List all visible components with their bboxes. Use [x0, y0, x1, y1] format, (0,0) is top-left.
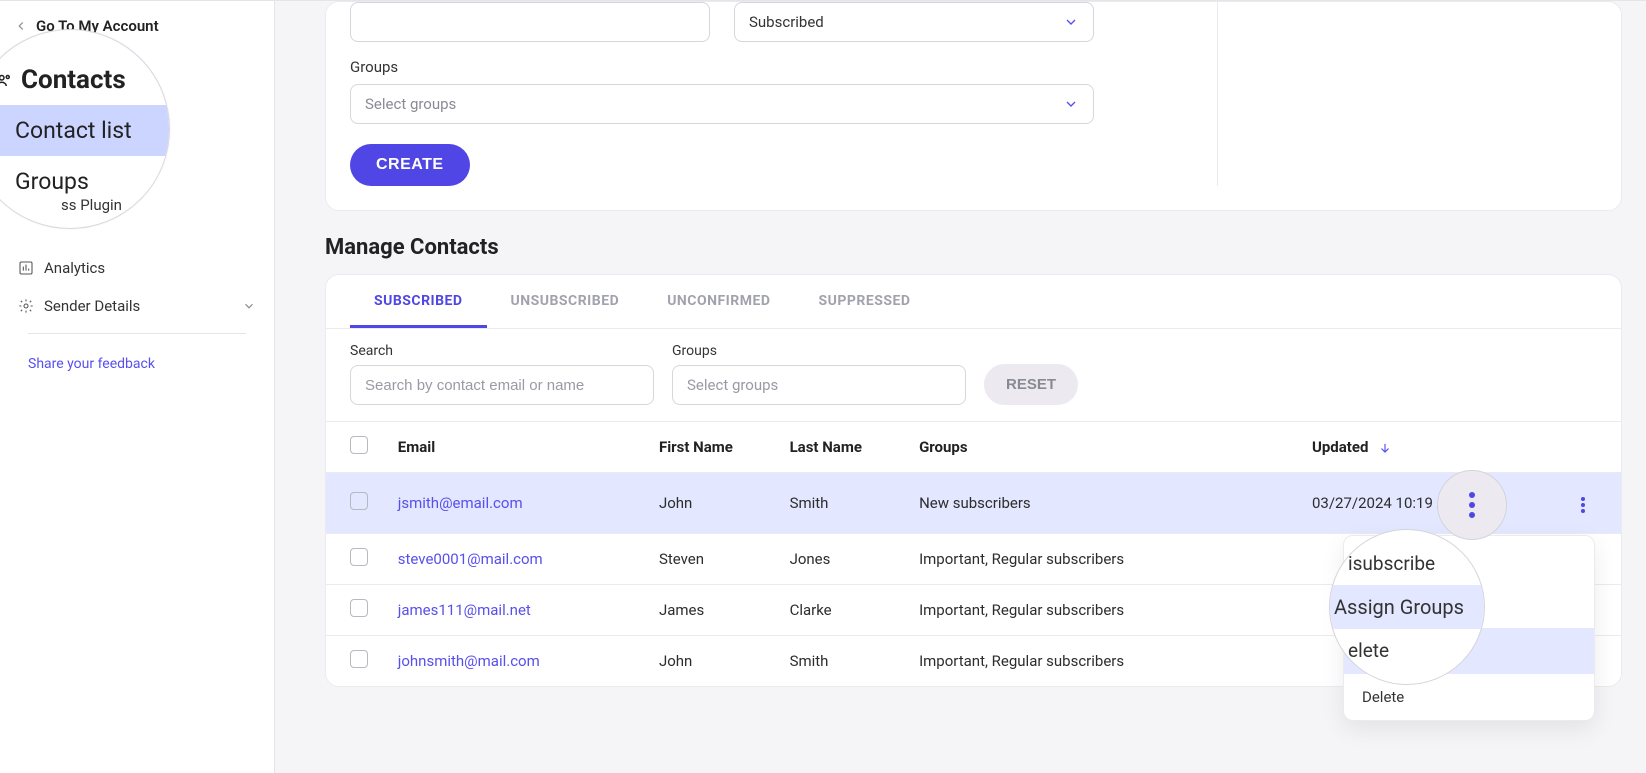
tab-subscribed[interactable]: SUBSCRIBED — [350, 275, 487, 328]
sidebar-item-groups[interactable]: Groups — [0, 156, 169, 199]
actions-button-magnifier — [1437, 470, 1507, 540]
sidebar-sender-details-label: Sender Details — [44, 297, 140, 315]
sidebar-item-sender-details[interactable]: Sender Details — [0, 287, 274, 325]
create-button-label: CREATE — [376, 156, 444, 173]
cell-first-name: John — [647, 473, 778, 534]
groups-filter-placeholder: Select groups — [687, 376, 778, 394]
search-label: Search — [350, 343, 654, 359]
tab-suppressed-label: SUPPRESSED — [818, 293, 910, 309]
sidebar-item-analytics[interactable]: Analytics — [0, 249, 274, 287]
contact-email-link[interactable]: james111@mail.net — [398, 601, 531, 619]
form-row-top: Subscribed — [350, 2, 1193, 42]
col-first-name[interactable]: First Name — [647, 422, 778, 473]
col-email[interactable]: Email — [386, 422, 647, 473]
menu-item-delete-label: Delete — [1362, 688, 1404, 706]
share-feedback-link[interactable]: Share your feedback — [0, 342, 274, 386]
status-select[interactable]: Subscribed — [734, 2, 1094, 42]
reset-button-label: RESET — [1006, 376, 1056, 393]
create-button[interactable]: CREATE — [350, 144, 470, 186]
groups-placeholder: Select groups — [365, 95, 456, 113]
cell-groups: Important, Regular subscribers — [907, 585, 1300, 636]
row-checkbox[interactable] — [350, 599, 368, 617]
sidebar-section-contacts[interactable]: Contacts — [0, 59, 169, 105]
divider — [28, 333, 246, 334]
main-content: Subscribed Groups Select groups CREATE M… — [275, 1, 1646, 773]
sort-desc-icon — [1378, 441, 1392, 455]
groups-field-label: Groups — [350, 58, 1193, 76]
col-actions — [1532, 422, 1621, 473]
table-filters: Search Groups Select groups RESET — [326, 329, 1621, 421]
chevron-down-icon — [1063, 14, 1079, 30]
analytics-icon — [18, 260, 34, 276]
name-input[interactable] — [350, 2, 710, 42]
search-filter: Search — [350, 343, 654, 405]
cell-groups: New subscribers — [907, 473, 1300, 534]
cell-last-name: Smith — [778, 473, 908, 534]
sidebar-analytics-label: Analytics — [44, 259, 105, 277]
tab-suppressed[interactable]: SUPPRESSED — [794, 275, 934, 328]
contact-email-link[interactable]: johnsmith@mail.com — [398, 652, 540, 670]
contact-email-link[interactable]: jsmith@email.com — [398, 494, 523, 512]
cell-last-name: Clarke — [778, 585, 908, 636]
cell-first-name: James — [647, 585, 778, 636]
action-menu-magnifier: isubscribe Assign Groups elete — [1329, 529, 1485, 685]
sidebar-contact-list-label: Contact list — [15, 117, 132, 144]
create-contact-form: Subscribed Groups Select groups CREATE — [350, 2, 1193, 186]
dots-vertical-icon — [1469, 492, 1475, 518]
row-checkbox[interactable] — [350, 492, 368, 510]
tab-unsubscribed-label: UNSUBSCRIBED — [511, 293, 620, 309]
groups-filter-select[interactable]: Select groups — [672, 365, 966, 405]
groups-filter-label: Groups — [672, 343, 966, 359]
tab-subscribed-label: SUBSCRIBED — [374, 293, 463, 309]
select-all-checkbox[interactable] — [350, 436, 368, 454]
table-row: jsmith@email.com John Smith New subscrib… — [326, 473, 1621, 534]
sidebar-item-contact-list[interactable]: Contact list — [0, 105, 170, 156]
contacts-icon — [0, 71, 13, 89]
status-field-wrap: Subscribed — [734, 2, 1094, 42]
cell-groups: Important, Regular subscribers — [907, 534, 1300, 585]
cell-last-name: Smith — [778, 636, 908, 687]
row-checkbox[interactable] — [350, 548, 368, 566]
row-actions-button[interactable] — [1569, 491, 1597, 519]
create-contact-side-panel — [1217, 2, 1597, 186]
col-updated[interactable]: Updated — [1300, 422, 1532, 473]
manage-contacts-title: Manage Contacts — [325, 235, 1622, 260]
col-groups[interactable]: Groups — [907, 422, 1300, 473]
chevron-down-icon — [242, 299, 256, 313]
tab-unconfirmed[interactable]: UNCONFIRMED — [643, 275, 794, 328]
table-header-row: Email First Name Last Name Groups Update… — [326, 422, 1621, 473]
create-contact-card: Subscribed Groups Select groups CREATE — [325, 1, 1622, 211]
app-root: Go To My Account Contacts Contact list G… — [0, 0, 1646, 773]
groups-filter: Groups Select groups — [672, 343, 966, 405]
name-field-wrap — [350, 2, 710, 42]
sidebar: Go To My Account Contacts Contact list G… — [0, 1, 275, 773]
groups-select[interactable]: Select groups — [350, 84, 1094, 124]
dots-vertical-icon — [1581, 497, 1585, 513]
contacts-table-card: SUBSCRIBED UNSUBSCRIBED UNCONFIRMED SUPP… — [325, 274, 1622, 687]
share-feedback-label: Share your feedback — [28, 356, 155, 372]
cell-groups: Important, Regular subscribers — [907, 636, 1300, 687]
reset-button[interactable]: RESET — [984, 364, 1078, 405]
sidebar-contacts-label: Contacts — [21, 65, 126, 95]
status-tabs: SUBSCRIBED UNSUBSCRIBED UNCONFIRMED SUPP… — [326, 275, 1621, 329]
cell-first-name: Steven — [647, 534, 778, 585]
search-input[interactable] — [350, 365, 654, 405]
contact-email-link[interactable]: steve0001@mail.com — [398, 550, 543, 568]
col-last-name[interactable]: Last Name — [778, 422, 908, 473]
tab-unsubscribed[interactable]: UNSUBSCRIBED — [487, 275, 644, 328]
row-checkbox[interactable] — [350, 650, 368, 668]
chevron-down-icon — [1063, 96, 1079, 112]
cell-last-name: Jones — [778, 534, 908, 585]
status-value: Subscribed — [749, 13, 824, 31]
sidebar-groups-label: Groups — [15, 168, 89, 195]
arrow-left-icon — [14, 19, 28, 33]
sidebar-item-plugin-fragment: ss Plugin — [61, 196, 122, 214]
cell-first-name: John — [647, 636, 778, 687]
table-head: Email First Name Last Name Groups Update… — [326, 422, 1621, 473]
tab-unconfirmed-label: UNCONFIRMED — [667, 293, 770, 309]
gear-icon — [18, 298, 34, 314]
mag-menu-assign-groups: Assign Groups — [1330, 585, 1484, 629]
col-updated-label: Updated — [1312, 438, 1368, 456]
